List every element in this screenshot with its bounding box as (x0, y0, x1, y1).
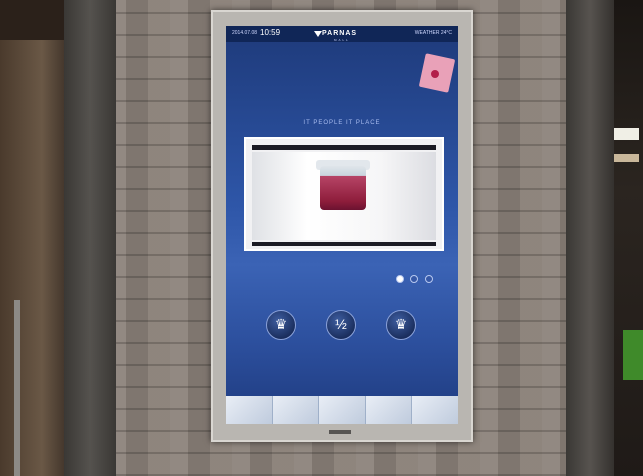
bottom-tab[interactable] (272, 396, 320, 424)
brand-logo-icon (314, 31, 322, 37)
menu-button-2[interactable]: ½ (326, 310, 356, 340)
right-corridor (609, 0, 643, 476)
left-wall (0, 0, 70, 476)
bezel-logo (329, 430, 351, 434)
tagline: IT PEOPLE IT PLACE (303, 120, 381, 126)
ceiling-light (611, 128, 639, 140)
carousel-dot[interactable] (424, 275, 433, 283)
ceiling-light-secondary (611, 154, 639, 162)
brand-subtitle: MALL (334, 38, 350, 42)
bottom-tab[interactable] (226, 396, 273, 424)
cosmetic-jar (320, 166, 366, 210)
crown-icon: ♛ (394, 316, 408, 332)
status-bar: 2014.07.08 10:59 PARNAS MALL WEATHER 24°… (226, 26, 458, 42)
bottom-tab[interactable] (412, 396, 458, 424)
green-sign (623, 330, 643, 380)
banner-top-bar (252, 145, 436, 150)
date-text: 2014.07.08 (232, 30, 258, 36)
left-column (64, 0, 116, 476)
photo-scene: 2014.07.08 10:59 PARNAS MALL WEATHER 24°… (0, 0, 643, 476)
product-image (252, 152, 436, 240)
kiosk-screen: 2014.07.08 10:59 PARNAS MALL WEATHER 24°… (226, 26, 458, 424)
brand-name: PARNAS (322, 30, 358, 37)
promo-banner[interactable] (244, 137, 444, 251)
half-icon: ½ (335, 316, 347, 332)
time-text: 10:59 (260, 28, 281, 37)
tag-dot-icon (431, 70, 439, 78)
crown-icon: ♛ (274, 316, 288, 332)
menu-button-1[interactable]: ♛ (266, 310, 296, 340)
bottom-tab[interactable] (365, 396, 413, 424)
handrail (14, 300, 20, 476)
weather-text: WEATHER 24°C (414, 30, 452, 36)
left-ceiling (0, 0, 70, 40)
carousel-dot[interactable] (410, 275, 419, 283)
right-column (566, 0, 614, 476)
banner-bottom-bar (252, 242, 436, 246)
carousel-dot[interactable] (396, 275, 404, 283)
menu-button-3[interactable]: ♛ (386, 310, 416, 340)
bottom-tab[interactable] (319, 396, 366, 424)
bottom-navigation (226, 396, 458, 424)
carousel-dots (396, 270, 435, 288)
